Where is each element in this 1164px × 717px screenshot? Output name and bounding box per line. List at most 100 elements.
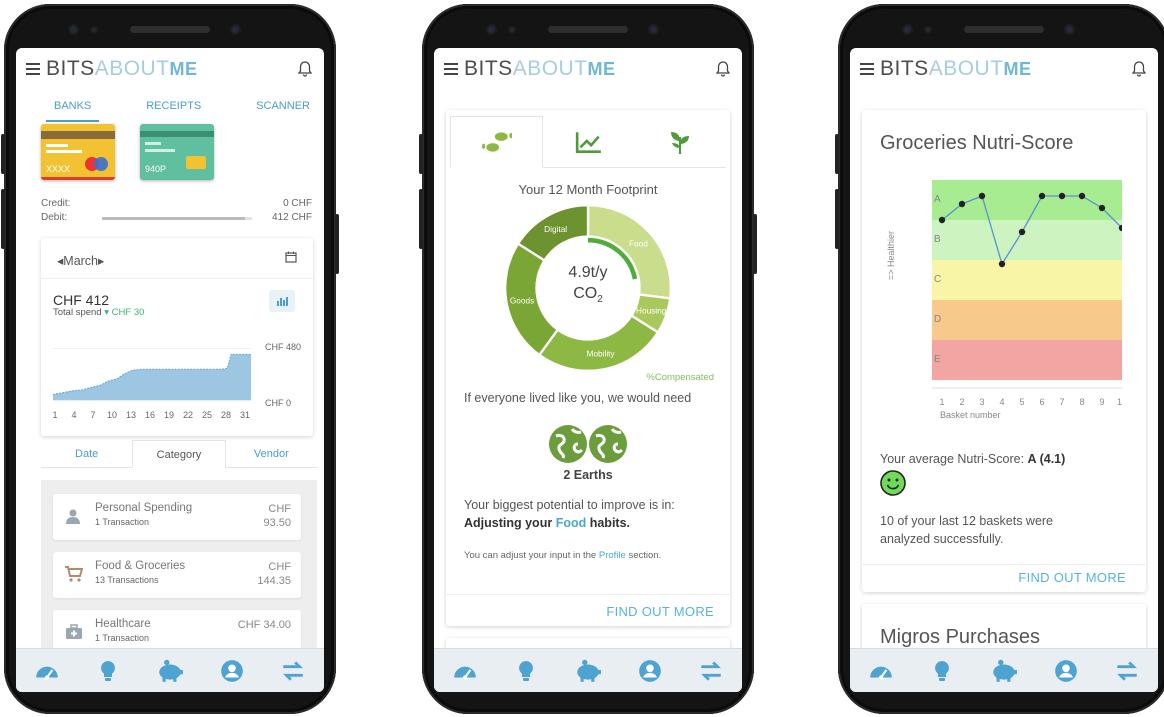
x-tick-label: 3 — [979, 397, 984, 407]
footprint-card: Your 12 Month Footprint Food Housing Mobil… — [446, 110, 730, 626]
find-out-more-button[interactable]: FIND OUT MORE — [606, 604, 714, 619]
category-list: Personal Spending 1 Transaction CHF 93.50… — [41, 480, 317, 660]
list-item[interactable]: Food & Groceries 13 Transactions CHF 144.… — [53, 552, 301, 598]
x-axis-label: Basket number — [940, 410, 1001, 420]
screen: BITSABOUTME Your 12 Month Footprint Food… — [434, 48, 742, 692]
credit-value: 0 CHF — [283, 198, 312, 209]
month-card: ◂March▸ CHF 412 Total spend ▾ CHF 30 CHF… — [41, 238, 313, 436]
profile-link[interactable]: Profile — [599, 550, 626, 561]
bar-chart-icon — [277, 297, 288, 306]
phone-banks: BITSABOUTME BANKS RECEIPTS SCANNER XXXX … — [1, 4, 339, 714]
bell-icon[interactable] — [298, 61, 312, 77]
bank-card-green[interactable]: 940P — [140, 124, 214, 180]
dashboard-icon[interactable] — [450, 656, 480, 686]
source-tabs: BANKS RECEIPTS SCANNER — [16, 100, 324, 122]
menu-icon[interactable] — [860, 63, 874, 75]
average-score: Your average Nutri-Score: A (4.1) — [880, 452, 1066, 466]
lightbulb-icon[interactable] — [927, 656, 957, 686]
screen: BITSABOUTME BANKS RECEIPTS SCANNER XXXX … — [16, 48, 324, 692]
footprints-icon — [481, 132, 512, 152]
person-icon — [66, 509, 80, 524]
x-tick-label: 8 — [1079, 397, 1084, 407]
debit-bar — [102, 217, 252, 220]
list-item[interactable]: Personal Spending 1 Transaction CHF 93.50 — [53, 494, 301, 540]
tab-banks[interactable]: BANKS — [45, 100, 100, 122]
lived-text: If everyone lived like you, we would nee… — [464, 391, 692, 405]
sort-tab-category[interactable]: Category — [132, 440, 226, 468]
grade-label: D — [934, 314, 941, 325]
baskets-text: 10 of your last 12 baskets were analyzed… — [880, 514, 1054, 546]
earths-count: 2 Earths — [563, 468, 613, 482]
profile-icon[interactable] — [1051, 656, 1081, 686]
tab-plant[interactable] — [635, 116, 726, 167]
lightbulb-icon[interactable] — [93, 656, 123, 686]
lightbulb-icon[interactable] — [511, 656, 541, 686]
screen: BITSABOUTME Groceries Nutri-Score => Hea… — [850, 48, 1158, 692]
tab-receipts[interactable]: RECEIPTS — [146, 100, 201, 120]
profile-icon[interactable] — [635, 656, 665, 686]
x-tick-label: 31 — [239, 410, 251, 420]
transfer-icon[interactable] — [1112, 656, 1142, 686]
top-bar: BITSABOUTME — [16, 48, 324, 90]
total-amount: CHF 412 — [53, 292, 110, 308]
x-tick-label: 4 — [999, 397, 1004, 407]
piggy-bank-icon[interactable] — [573, 656, 603, 686]
cart-icon — [65, 566, 83, 582]
sprout-icon — [671, 131, 690, 154]
bell-icon[interactable] — [716, 61, 730, 77]
bottom-nav — [16, 648, 324, 692]
data-point — [1038, 192, 1046, 200]
calendar-icon[interactable] — [285, 251, 297, 263]
piggy-bank-icon[interactable] — [989, 656, 1019, 686]
profile-icon[interactable] — [217, 656, 247, 686]
chart-toggle-button[interactable] — [269, 290, 295, 312]
bank-card-yellow[interactable]: XXXX — [41, 124, 115, 180]
profile-hint: You can adjust your input in the Profile… — [464, 550, 662, 561]
x-tick-label: 1 — [939, 397, 944, 407]
adjust-text: Adjusting your Food habits. — [464, 516, 631, 530]
x-tick-label: 9 — [1099, 397, 1104, 407]
debit-label: Debit: — [41, 212, 68, 223]
tab-scanner[interactable]: SCANNER — [256, 100, 310, 120]
data-point — [978, 192, 986, 200]
category-transactions: 1 Transaction — [95, 633, 150, 643]
data-point — [1058, 192, 1066, 200]
medical-kit-icon — [66, 624, 82, 639]
food-link[interactable]: Food — [556, 516, 587, 530]
chart-max-label: CHF 480 — [264, 342, 301, 352]
sort-tab-vendor[interactable]: Vendor — [226, 440, 317, 467]
dashboard-icon[interactable] — [32, 656, 62, 686]
donut-label: Food — [629, 239, 648, 248]
piggy-bank-icon[interactable] — [155, 656, 185, 686]
bell-icon[interactable] — [1132, 61, 1146, 77]
sort-tab-date[interactable]: Date — [41, 440, 132, 467]
grade-band-e — [932, 340, 1122, 380]
card-number: XXXX — [46, 164, 71, 174]
chart-min-label: CHF 0 — [264, 398, 291, 408]
menu-icon[interactable] — [26, 63, 40, 75]
data-point — [1078, 192, 1086, 200]
grade-band-b — [932, 220, 1122, 260]
x-tick-label: 7 — [90, 410, 96, 420]
data-point — [1018, 228, 1026, 236]
card-number: 940P — [145, 164, 167, 174]
transfer-icon[interactable] — [278, 656, 308, 686]
tab-footprint[interactable] — [450, 116, 544, 168]
brand-logo: BITSABOUTME — [46, 57, 198, 80]
category-transactions: 13 Transactions — [95, 575, 159, 585]
dashboard-icon[interactable] — [866, 656, 896, 686]
nutriscore-chart: A B C D E 1 2 3 4 5 6 7 8 9 10 — [932, 180, 1122, 407]
nutriscore-title: Groceries Nutri-Score — [880, 132, 1074, 154]
tab-trend[interactable] — [543, 116, 634, 167]
potential-text: Your biggest potential to improve is in: — [464, 498, 675, 512]
donut-center-unit: CO2 — [573, 285, 603, 306]
category-amount: CHF 34.00 — [237, 619, 291, 631]
earth-icon — [549, 425, 587, 463]
x-tick-label: 16 — [144, 410, 156, 420]
x-tick-label: 4 — [71, 410, 77, 420]
find-out-more-button[interactable]: FIND OUT MORE — [1018, 570, 1126, 585]
transfer-icon[interactable] — [696, 656, 726, 686]
menu-icon[interactable] — [444, 63, 458, 75]
compensated-label: %Compensated — [646, 372, 714, 383]
month-selector[interactable]: ◂March▸ — [57, 253, 104, 268]
